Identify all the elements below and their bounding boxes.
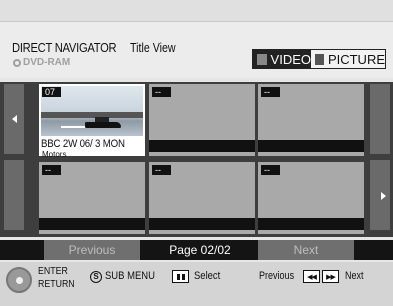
thumbnail-info-bar xyxy=(149,140,255,152)
previous-page-button[interactable]: Previous xyxy=(44,240,140,260)
scroll-left-column[interactable] xyxy=(0,82,27,237)
select-label: Select xyxy=(194,270,221,282)
tab-picture-label: PICTURE xyxy=(327,51,385,67)
header: DIRECT NAVIGATOR Title View DVD-RAM VIDE… xyxy=(0,22,393,78)
skip-back-icon: ◀◀ xyxy=(303,270,320,283)
view-title: Title View xyxy=(130,40,176,55)
disc-label: DVD-RAM xyxy=(23,57,71,68)
next-label: Next xyxy=(345,270,364,282)
return-label: RETURN xyxy=(38,279,75,290)
thumbnail-caption: BBC 2W 06/ 3 MON xyxy=(41,138,143,150)
pause-icon xyxy=(172,270,189,283)
skip-forward-icon: ▶▶ xyxy=(322,270,339,283)
picture-square-icon xyxy=(315,53,324,65)
thumbnail-4[interactable]: -- xyxy=(39,162,145,234)
video-picture-toggle: VIDEO PICTURE xyxy=(252,49,386,69)
scroll-right-bottom xyxy=(370,160,390,230)
thumbnail-number: -- xyxy=(261,87,280,97)
disc-icon xyxy=(13,58,21,67)
title-grid: 07 BBC 2W 06/ 3 MON Motors -- -- -- -- -… xyxy=(0,82,393,237)
tab-video-label: VIDEO xyxy=(270,51,311,67)
app-title: DIRECT NAVIGATOR xyxy=(12,40,117,55)
tab-picture[interactable]: PICTURE xyxy=(311,50,385,68)
thumbnail-caption-text: BBC 2W 06/ 3 MON xyxy=(41,138,125,150)
thumbnail-info-bar xyxy=(258,218,364,230)
scroll-left-bottom xyxy=(4,160,24,230)
thumbnail-number: -- xyxy=(42,165,61,175)
disc-type: DVD-RAM xyxy=(13,57,70,68)
thumbnail-2[interactable]: -- xyxy=(149,84,255,156)
thumbnail-number: -- xyxy=(261,165,280,175)
thumbnail-info-bar xyxy=(39,218,145,230)
thumbnail-3[interactable]: -- xyxy=(258,84,364,156)
thumbnail-title-name: Motors xyxy=(42,150,67,159)
video-square-icon xyxy=(257,53,267,65)
dial-icon xyxy=(6,267,32,293)
sub-menu-label: SUB MENU xyxy=(105,270,155,282)
thumbnail-6[interactable]: -- xyxy=(258,162,364,234)
tab-video[interactable]: VIDEO xyxy=(253,50,311,68)
pager: Previous Page 02/02 Next xyxy=(0,240,393,260)
thumbnail-info-bar xyxy=(149,218,255,230)
arrow-left-icon xyxy=(12,115,17,123)
next-page-button[interactable]: Next xyxy=(258,240,354,260)
thumbnail-number: -- xyxy=(152,165,171,175)
enter-label: ENTER xyxy=(38,266,68,277)
thumbnail-5[interactable]: -- xyxy=(149,162,255,234)
footer-help: ENTER RETURN S SUB MENU Select Previous … xyxy=(0,262,393,306)
scroll-right-column[interactable] xyxy=(366,82,393,237)
arrow-right-icon xyxy=(381,192,386,200)
s-key-icon: S xyxy=(90,271,102,283)
thumbnail-1[interactable]: 07 BBC 2W 06/ 3 MON Motors xyxy=(39,84,145,159)
page-indicator: Page 02/02 xyxy=(169,243,231,257)
top-strip xyxy=(0,0,393,22)
thumbnail-number: -- xyxy=(152,87,171,97)
thumbnail-info-bar xyxy=(258,140,364,152)
scroll-right-top xyxy=(370,84,390,154)
previous-label: Previous xyxy=(259,270,295,282)
scroll-left-top xyxy=(4,84,24,154)
thumbnail-number: 07 xyxy=(42,87,61,97)
